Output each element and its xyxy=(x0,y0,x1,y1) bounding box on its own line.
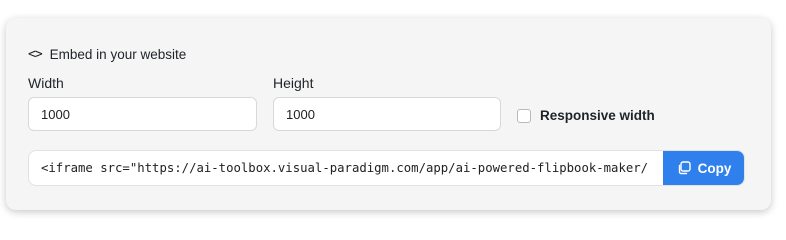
code-icon: <> xyxy=(28,46,43,62)
height-input[interactable]: 1000 xyxy=(273,97,501,131)
responsive-width-toggle[interactable]: Responsive width xyxy=(517,108,655,123)
height-label: Height xyxy=(273,75,314,91)
copy-icon xyxy=(678,161,691,175)
responsive-width-checkbox[interactable] xyxy=(517,108,531,123)
embed-code-text[interactable]: <iframe src="https://ai-toolbox.visual-p… xyxy=(41,151,667,185)
width-input-value: 1000 xyxy=(41,106,70,122)
section-title: Embed in your website xyxy=(49,46,187,62)
height-input-value: 1000 xyxy=(286,106,315,122)
width-label: Width xyxy=(28,75,64,91)
width-input[interactable]: 1000 xyxy=(28,97,257,131)
responsive-width-label: Responsive width xyxy=(540,108,655,123)
copy-button-label: Copy xyxy=(697,160,732,176)
embed-section-header: <> Embed in your website xyxy=(28,45,186,63)
embed-code-box: <iframe src="https://ai-toolbox.visual-p… xyxy=(28,150,745,186)
copy-button[interactable]: Copy xyxy=(663,151,744,185)
